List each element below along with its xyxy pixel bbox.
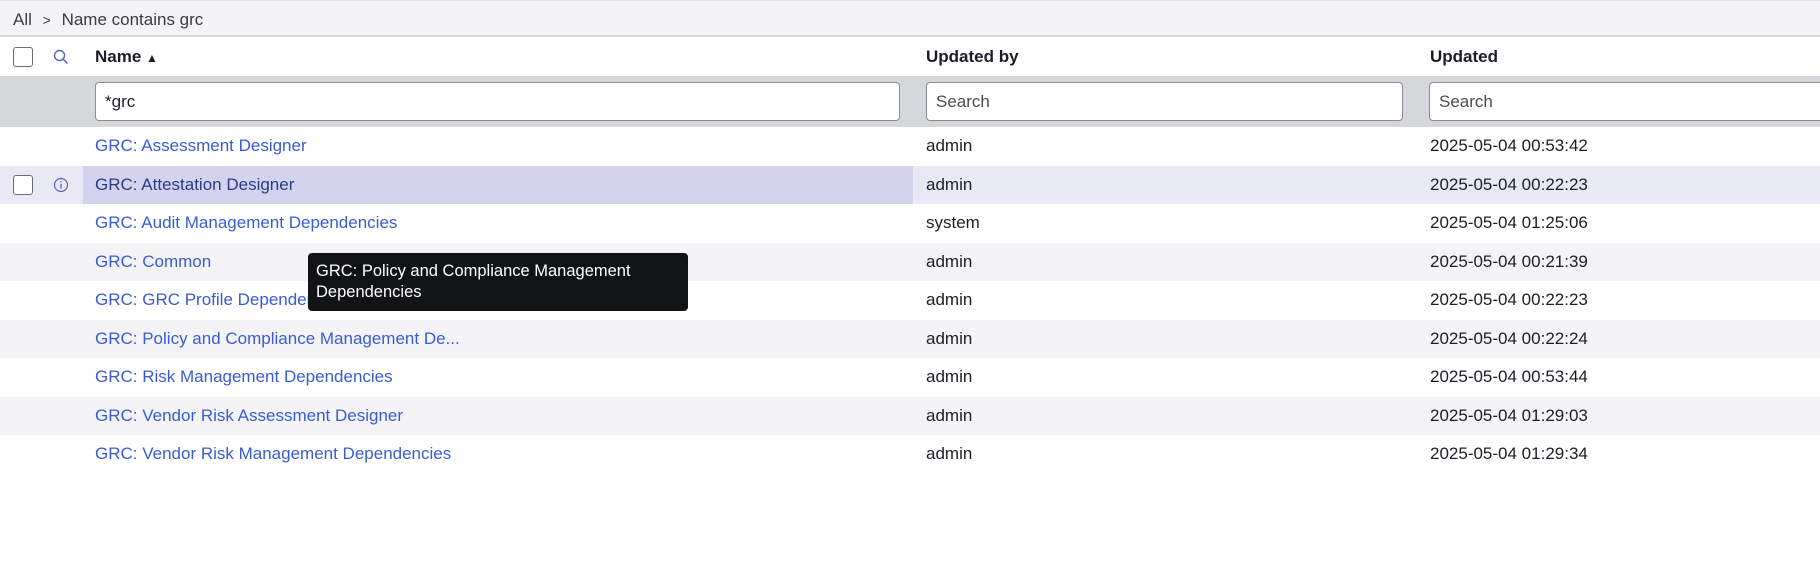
updated-by-cell: admin: [926, 290, 973, 310]
updated-by-cell: admin: [926, 367, 973, 387]
updated-cell: 2025-05-04 00:22:23: [1430, 174, 1588, 194]
updated-by-cell: admin: [926, 136, 973, 156]
filter-row: [0, 76, 1820, 127]
table-row[interactable]: GRC: Policy and Compliance Management De…: [0, 319, 1820, 358]
table-row[interactable]: GRC: Vendor Risk Management Dependencies…: [0, 435, 1820, 474]
record-name-link[interactable]: GRC: Vendor Risk Management Dependencies: [95, 444, 451, 464]
updated-cell: 2025-05-04 01:29:03: [1430, 405, 1588, 425]
info-icon[interactable]: [51, 175, 71, 195]
updated-by-cell: admin: [926, 444, 973, 464]
record-name-link[interactable]: GRC: Attestation Designer: [95, 175, 294, 195]
table-row[interactable]: GRC: GRC Profile Dependencies admin 2025-0…: [0, 281, 1820, 320]
breadcrumb-all[interactable]: All: [13, 10, 32, 29]
column-header-updated[interactable]: Updated: [1430, 47, 1498, 67]
breadcrumb-filter[interactable]: Name contains grc: [62, 10, 204, 29]
table-row[interactable]: GRC: Vendor Risk Assessment Designer admi…: [0, 396, 1820, 435]
updated-by-cell: admin: [926, 405, 973, 425]
sort-ascending-icon: ▲: [146, 50, 158, 65]
row-checkbox[interactable]: [13, 174, 33, 195]
table-header: Name ▲ Updated by Updated: [0, 37, 1820, 76]
record-name-link[interactable]: GRC: Common: [95, 252, 211, 272]
updated-cell: 2025-05-04 00:22:24: [1430, 328, 1588, 348]
tooltip: GRC: Policy and Compliance Management De…: [308, 253, 688, 311]
table-row[interactable]: GRC: Assessment Designer admin 2025-05-04 …: [0, 127, 1820, 166]
table-row[interactable]: GRC: Risk Management Dependencies admin 20…: [0, 358, 1820, 397]
record-name-link[interactable]: GRC: Vendor Risk Assessment Designer: [95, 406, 403, 426]
updated-by-cell: system: [926, 213, 980, 233]
updated-by-cell: admin: [926, 174, 973, 194]
record-name-link[interactable]: GRC: Risk Management Dependencies: [95, 367, 393, 387]
column-name-label: Name: [95, 46, 142, 66]
breadcrumb-separator: >: [42, 12, 51, 28]
record-name-link[interactable]: GRC: Policy and Compliance Management De…: [95, 329, 460, 349]
updated-by-cell: admin: [926, 251, 973, 271]
column-header-updated-by[interactable]: Updated by: [926, 47, 1019, 67]
breadcrumb: All > Name contains grc: [0, 0, 1820, 37]
updated-cell: 2025-05-04 01:25:06: [1430, 213, 1588, 233]
record-name-link[interactable]: GRC: Assessment Designer: [95, 136, 307, 156]
table-row[interactable]: GRC: Common admin 2025-05-04 00:21:39: [0, 242, 1820, 281]
updated-by-filter-input[interactable]: [926, 82, 1403, 121]
updated-by-cell: admin: [926, 328, 973, 348]
updated-cell: 2025-05-04 00:53:42: [1430, 136, 1588, 156]
select-all-checkbox[interactable]: [13, 46, 33, 67]
search-icon[interactable]: [51, 47, 71, 67]
record-name-link[interactable]: GRC: Audit Management Dependencies: [95, 213, 397, 233]
updated-cell: 2025-05-04 00:21:39: [1430, 251, 1588, 271]
updated-cell: 2025-05-04 00:22:23: [1430, 290, 1588, 310]
updated-cell: 2025-05-04 00:53:44: [1430, 367, 1588, 387]
updated-cell: 2025-05-04 01:29:34: [1430, 444, 1588, 464]
updated-filter-input[interactable]: [1429, 82, 1820, 121]
column-header-name[interactable]: Name ▲: [95, 47, 158, 67]
table-row[interactable]: GRC: Audit Management Dependencies system…: [0, 204, 1820, 243]
name-filter-input[interactable]: [95, 82, 900, 121]
table-body: GRC: Assessment Designer admin 2025-05-04 …: [0, 127, 1820, 474]
table-row[interactable]: GRC: Attestation Designer admin 2025-05-04…: [0, 165, 1820, 204]
